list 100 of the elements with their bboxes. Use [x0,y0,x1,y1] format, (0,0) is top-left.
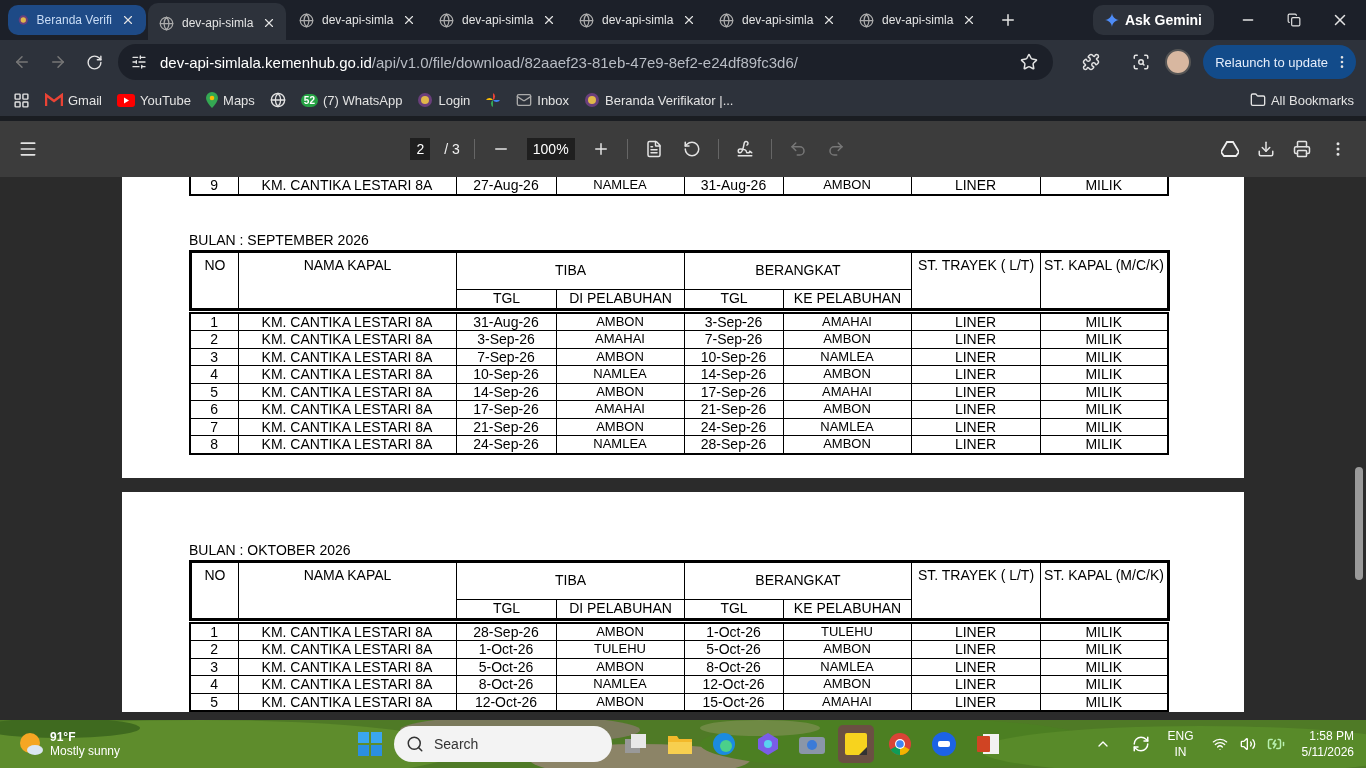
browser-tab[interactable]: dev-api-simla [288,5,426,35]
table-cell: KM. CANTIKA LESTARI 8A [238,365,456,383]
bookmark[interactable]: Gmail [45,92,102,108]
bookmark[interactable]: Login [417,92,471,108]
table-cell: AMAHAI [556,330,684,348]
table-cell: LINER [911,348,1040,366]
table-cell: 3-Sep-26 [684,312,783,331]
table-cell: 14-Sep-26 [456,383,556,401]
avatar[interactable] [1165,49,1192,75]
section-title: BULAN : SEPTEMBER 2026 [189,231,370,248]
table-cell: 14-Sep-26 [684,365,783,383]
table-cell: AMBON [556,348,684,366]
folder-icon [1249,92,1266,108]
bookmark[interactable] [485,92,502,108]
column-header: ST. TRAYEK ( L/T) [911,561,1041,619]
apps-icon[interactable] [12,91,30,109]
table-cell: NAMLEA [556,675,684,693]
table-cell: KM. CANTIKA LESTARI 8A [238,418,456,436]
table-cell: 2 [190,330,238,348]
browser-tab[interactable]: Beranda Verifi [8,5,146,35]
table-cell: TULEHU [783,622,911,641]
table-cell: KM. CANTIKA LESTARI 8A [238,675,456,693]
emblem-icon [18,12,29,28]
table-cell: 21-Sep-26 [684,400,783,418]
table-cell: NAMLEA [783,348,911,366]
table-cell: AMBON [556,418,684,436]
table-cell: KM. CANTIKA LESTARI 8A [238,330,456,348]
table-cell: LINER [911,383,1040,401]
table-cell: KM. CANTIKA LESTARI 8A [238,658,456,676]
weather-text: Mostly sunny [50,744,121,758]
table-cell: LINER [911,330,1040,348]
table-cell: AMBON [783,330,911,348]
language-indicator[interactable]: ENG IN [1167,728,1194,760]
table-cell: 4 [190,675,238,693]
url-path: /api/v1.0/file/download/82aaef23-81eb-47e9-8ef2-e24df89fc3d6/ [371,53,799,71]
emblem-icon [417,92,434,108]
browser-tab[interactable]: dev-api-simla [848,5,986,35]
browser-tab[interactable]: dev-api-simla [708,5,846,35]
all-bookmarks[interactable]: All Bookmarks [1249,92,1354,108]
column-header: TIBA [456,561,685,599]
table-cell: 8-Oct-26 [456,675,556,693]
table-cell: NAMLEA [783,418,911,436]
site-settings-icon[interactable] [130,53,148,71]
zoom-field[interactable]: 100% [526,138,575,160]
table-cell: LINER [911,658,1040,676]
table-cell: 1 [190,312,238,331]
column-header: TIBA [456,251,685,289]
table-cell: 17-Sep-26 [456,400,556,418]
count-badge: 52 [300,93,318,107]
table-cell: KM. CANTIKA LESTARI 8A [238,622,456,641]
temperature: 91°F [50,730,77,744]
browser-tab[interactable]: dev-api-simla [148,3,286,43]
table-cell: AMAHAI [783,312,911,331]
sun-cloud-icon [18,732,44,756]
table-cell: AMBON [556,383,684,401]
table-cell: AMBON [783,675,911,693]
table-cell: AMBON [783,640,911,658]
table-cell: LINER [911,312,1040,331]
bookmark[interactable]: Beranda Verifikator |... [584,92,734,108]
table-cell: 8-Oct-26 [684,658,783,676]
page-number-field[interactable]: 2 [410,138,431,160]
table-cell: AMBON [783,365,911,383]
table-cell: LINER [911,418,1040,436]
bookmark[interactable]: 52 (7) WhatsApp [300,92,403,108]
column-header: BERANGKAT [684,251,912,289]
table-cell: 3 [190,658,238,676]
column-header: BERANGKAT [684,561,912,599]
table-cell: 1-Oct-26 [456,640,556,658]
table-cell: LINER [911,365,1040,383]
table-cell: 28-Sep-26 [456,622,556,641]
table-cell: AMBON [783,400,911,418]
relaunch-button[interactable]: Relaunch to update [1203,45,1356,79]
bookmark[interactable]: Maps [206,92,255,108]
bookmark[interactable]: YouTube [116,92,192,108]
table-cell: 7-Sep-26 [684,330,783,348]
table-cell: 17-Sep-26 [684,383,783,401]
globe-icon [858,12,874,28]
table-cell: LINER [911,400,1040,418]
bookmark[interactable]: Inbox [516,92,570,108]
globe-icon [438,12,454,28]
scrollbar-thumb[interactable] [1355,467,1363,580]
search-field[interactable]: Search [394,726,612,762]
section-title: BULAN : OKTOBER 2026 [189,541,352,558]
clock[interactable]: 1:58 PM 5/11/2026 [1301,728,1354,760]
sticky-note-icon[interactable] [838,725,874,763]
table-cell: 7 [190,418,238,436]
browser-tab[interactable]: dev-api-simla [568,5,706,35]
bookmark[interactable] [269,92,286,108]
table-cell: AMAHAI [556,400,684,418]
mail-icon [45,93,63,107]
table-cell: 5-Oct-26 [456,658,556,676]
table-cell: AMBON [556,312,684,331]
browser-tab[interactable]: dev-api-simla [428,5,566,35]
pinwheel-icon [485,92,502,108]
ask-gemini-button[interactable]: Ask Gemini [1092,5,1214,35]
table-cell: 5 [190,383,238,401]
table-cell: AMBON [556,658,684,676]
globe-icon [298,12,314,28]
table-cell: 2 [190,640,238,658]
address-bar[interactable]: dev-api-simlala.kemenhub.go.id/api/v1.0/file/download/82aaef23-81eb-47e9-8ef2-e24df89fc3d6/ [118,44,1054,80]
